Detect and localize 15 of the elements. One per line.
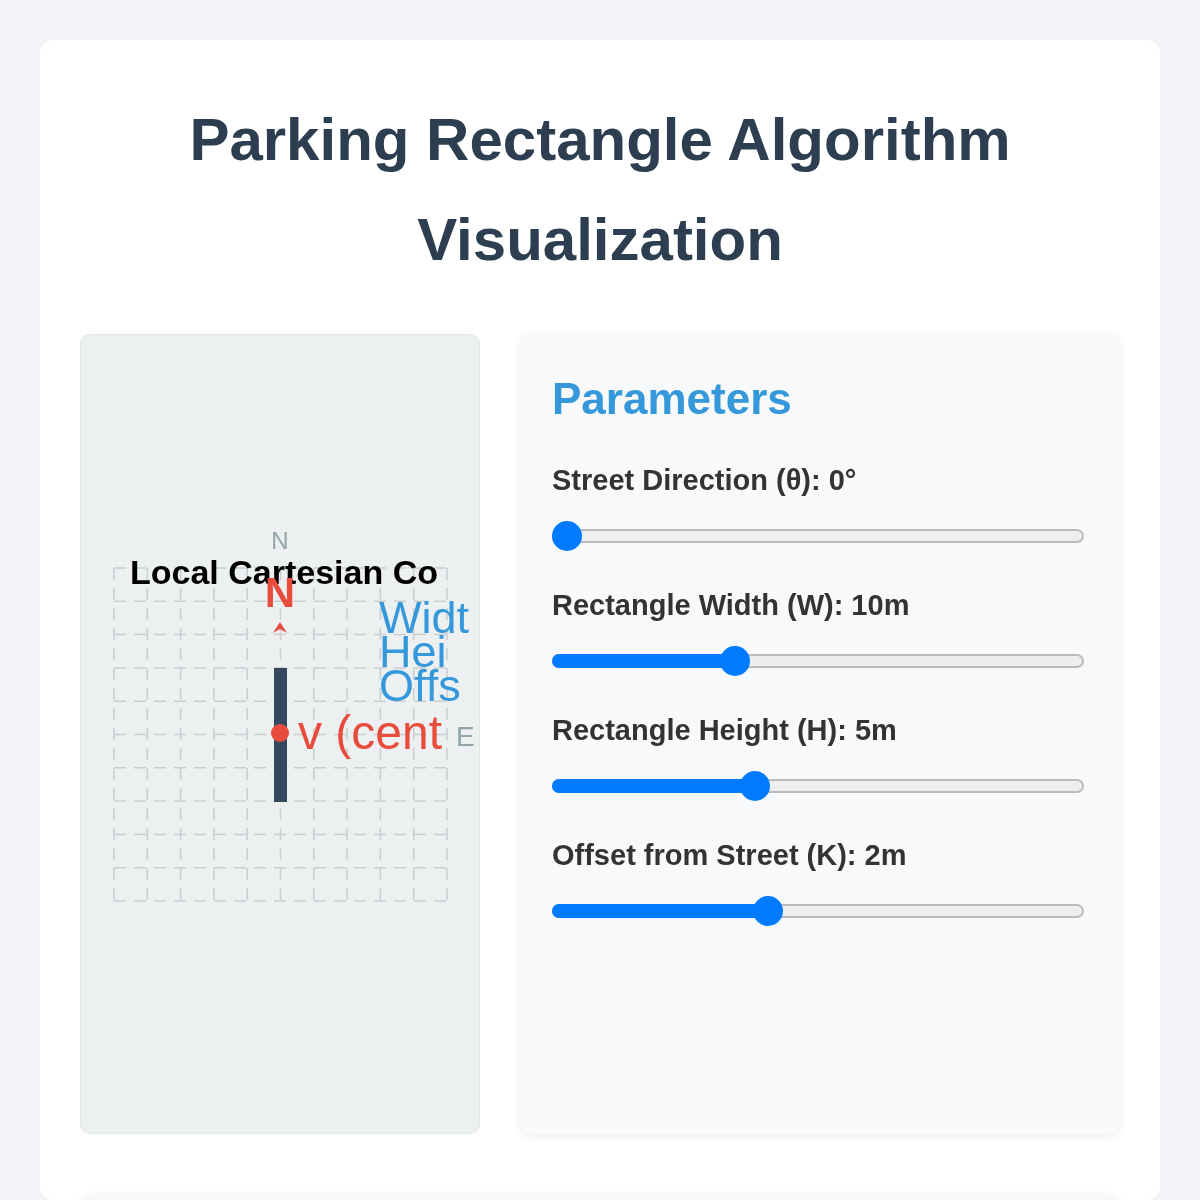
arrowhead-icon [273,622,287,633]
slider-thumb[interactable] [740,771,771,801]
slider-thumb[interactable] [720,646,751,676]
slider-label: Rectangle Width (W): 10m [552,589,910,622]
slider-thumb[interactable] [752,896,783,926]
slider-label: Offset from Street (K): 2m [552,839,907,872]
page-title: Parking Rectangle Algorithm Visualization [188,105,1012,275]
slider-thumb[interactable] [552,521,582,551]
compass-label: E [456,721,475,752]
center-label: v (cent [298,706,443,759]
panel-heading: Parameters [552,374,793,424]
slider-label: Rectangle Height (H): 5m [552,714,897,747]
compass-label: N [271,527,289,554]
slider-label: Street Direction (θ): 0° [552,464,857,497]
center-dot [271,724,289,742]
